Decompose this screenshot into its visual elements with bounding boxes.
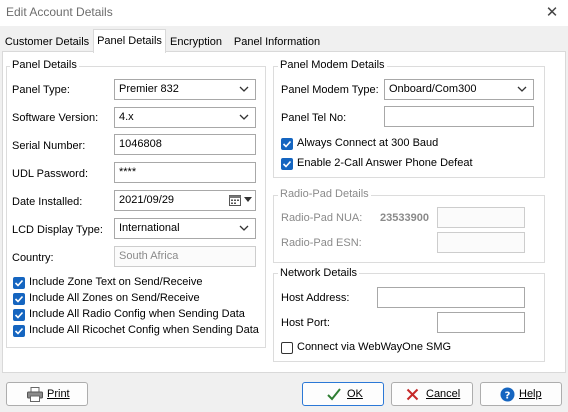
checkbox-checked-icon [281, 138, 293, 150]
date-installed-value: 2021/09/29 [119, 194, 175, 206]
printer-icon [27, 387, 43, 402]
ok-button-label: OK [347, 388, 363, 400]
panel-type-select[interactable]: Premier 832 [114, 79, 256, 100]
lcd-display-type-value: International [119, 222, 180, 234]
host-port-label: Host Port: [281, 317, 330, 329]
udl-password-input[interactable]: **** [114, 162, 256, 183]
checkbox-unchecked-icon [281, 342, 293, 354]
date-installed-label: Date Installed: [12, 196, 83, 208]
cancel-button[interactable]: Cancel [391, 382, 473, 406]
software-version-value: 4.x [119, 111, 134, 123]
panel-modem-type-select[interactable]: Onboard/Com300 [384, 79, 534, 100]
include-radio-config-label: Include All Radio Config when Sending Da… [29, 308, 245, 320]
include-all-zones-label: Include All Zones on Send/Receive [29, 292, 200, 304]
lcd-display-type-label: LCD Display Type: [12, 224, 103, 236]
panel-tel-no-label: Panel Tel No: [281, 112, 347, 124]
tab-panel-information[interactable]: Panel Information [228, 32, 326, 52]
include-ricochet-config-label: Include All Ricochet Config when Sending… [29, 324, 259, 336]
software-version-label: Software Version: [12, 112, 99, 124]
ok-button[interactable]: OK [302, 382, 384, 406]
software-version-select[interactable]: 4.x [114, 107, 256, 128]
help-button[interactable]: ? Help [480, 382, 562, 406]
calendar-icon[interactable] [229, 194, 241, 206]
host-port-input[interactable] [437, 312, 525, 333]
include-zone-text-label: Include Zone Text on Send/Receive [29, 276, 203, 288]
help-button-label: Help [519, 388, 542, 400]
udl-password-label: UDL Password: [12, 168, 89, 180]
always-connect-label: Always Connect at 300 Baud [297, 137, 439, 149]
help-icon: ? [500, 387, 515, 402]
window-title: Edit Account Details [6, 5, 113, 19]
tab-encryption[interactable]: Encryption [166, 32, 226, 52]
checkbox-checked-icon [13, 293, 25, 305]
panel-details-group-label: Panel Details [10, 59, 79, 71]
always-connect-checkbox[interactable]: Always Connect at 300 Baud [281, 137, 531, 153]
network-details-group-label: Network Details [278, 267, 360, 279]
close-icon[interactable]: ✕ [540, 1, 564, 23]
radio-pad-nua-label: Radio-Pad NUA: [281, 212, 363, 224]
include-ricochet-config-checkbox[interactable]: Include All Ricochet Config when Sending… [13, 324, 263, 340]
tab-customer-details[interactable]: Customer Details [2, 32, 92, 52]
lcd-display-type-select[interactable]: International [114, 218, 256, 239]
host-address-label: Host Address: [281, 292, 350, 304]
checkbox-checked-icon [13, 325, 25, 337]
print-button[interactable]: Print [6, 382, 88, 406]
radio-pad-esn-input [437, 232, 525, 253]
checkmark-icon [327, 388, 341, 401]
two-call-defeat-label: Enable 2-Call Answer Phone Defeat [297, 157, 473, 169]
webwayone-checkbox[interactable]: Connect via WebWayOne SMG [281, 341, 531, 357]
radio-pad-group-label: Radio-Pad Details [278, 188, 371, 200]
include-all-zones-checkbox[interactable]: Include All Zones on Send/Receive [13, 292, 263, 308]
panel-type-value: Premier 832 [119, 83, 179, 95]
chevron-down-icon [517, 86, 527, 92]
cancel-x-icon [406, 388, 419, 401]
serial-number-input[interactable]: 1046808 [114, 134, 256, 155]
country-label: Country: [12, 252, 54, 264]
date-installed-input[interactable]: 2021/09/29 [114, 190, 256, 211]
chevron-down-icon [239, 86, 249, 92]
checkbox-checked-icon [13, 309, 25, 321]
tab-panel-details[interactable]: Panel Details [93, 29, 166, 53]
checkbox-checked-icon [281, 158, 293, 170]
chevron-down-icon [239, 225, 249, 231]
panel-type-label: Panel Type: [12, 84, 70, 96]
radio-pad-nua-input [437, 207, 525, 228]
two-call-defeat-checkbox[interactable]: Enable 2-Call Answer Phone Defeat [281, 157, 531, 173]
country-input: South Africa [114, 246, 256, 267]
serial-number-label: Serial Number: [12, 140, 86, 152]
chevron-down-icon[interactable] [244, 197, 252, 203]
panel-tel-no-input[interactable] [384, 106, 534, 127]
checkbox-checked-icon [13, 277, 25, 289]
include-radio-config-checkbox[interactable]: Include All Radio Config when Sending Da… [13, 308, 263, 324]
radio-pad-esn-label: Radio-Pad ESN: [281, 237, 362, 249]
panel-modem-type-value: Onboard/Com300 [389, 83, 477, 95]
webwayone-label: Connect via WebWayOne SMG [297, 341, 452, 353]
svg-text:?: ? [505, 391, 511, 402]
chevron-down-icon [239, 114, 249, 120]
host-address-input[interactable] [377, 287, 525, 308]
print-button-label: Print [47, 388, 70, 400]
panel-modem-group-label: Panel Modem Details [278, 59, 387, 71]
include-zone-text-checkbox[interactable]: Include Zone Text on Send/Receive [13, 276, 263, 292]
panel-modem-type-label: Panel Modem Type: [281, 84, 379, 96]
radio-pad-nua-prefix: 23533900 [380, 212, 429, 224]
cancel-button-label: Cancel [426, 388, 461, 400]
